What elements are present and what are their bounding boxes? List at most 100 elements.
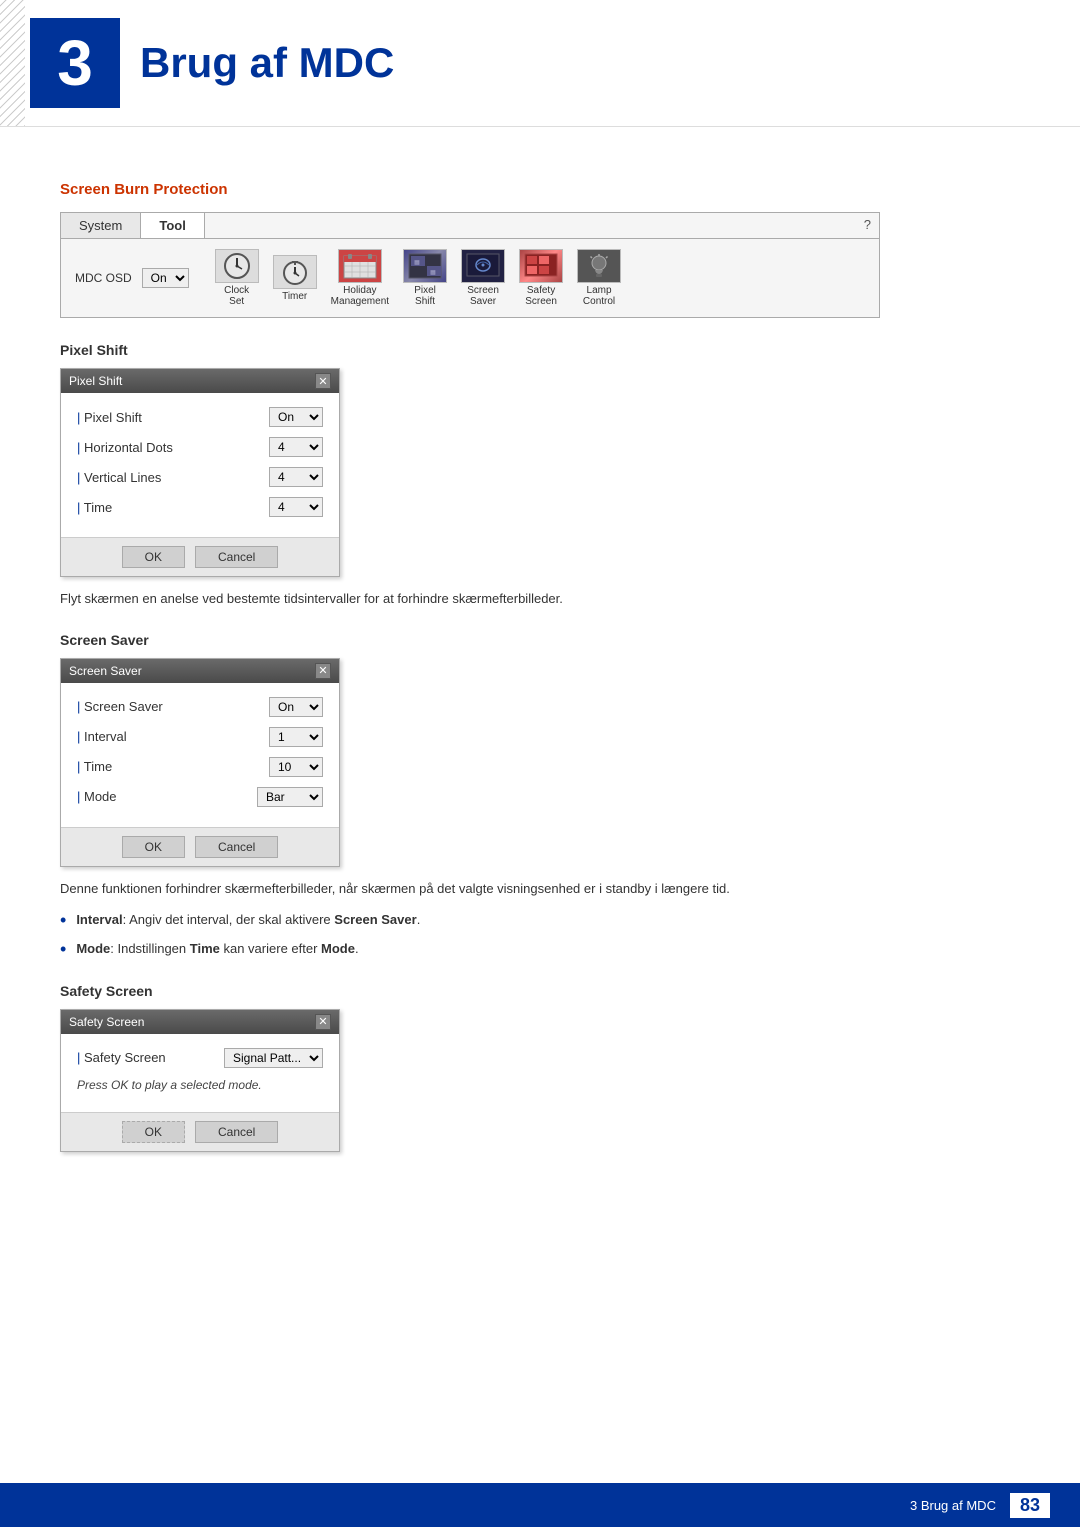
bullet-mode: • Mode: Indstillingen Time kan variere e… [60,939,1020,961]
bullet-interval-text: Interval: Angiv det interval, der skal a… [76,910,420,930]
safety-screen-titlebar: Safety Screen ✕ [61,1010,339,1034]
pixel-shift-select-1[interactable]: 4123 [269,437,323,457]
safety-screen-dialog-footer: OK Cancel [61,1112,339,1151]
safety-screen-dialog: Safety Screen ✕ Safety Screen Signal Pat… [60,1009,340,1152]
svg-text:▦: ▦ [430,270,436,276]
screen-saver-description: Denne funktionen forhindrer skærmefterbi… [60,879,1020,900]
timer-label: Timer [282,291,307,302]
screen-saver-row-2: Time 10515 [77,757,323,777]
lamp-control-icon [577,249,621,283]
pixel-shift-row-3: Time 4123 [77,497,323,517]
page-header: 3 Brug af MDC [0,0,1080,127]
screen-saver-bullets: • Interval: Angiv det interval, der skal… [60,910,1020,961]
pixel-shift-select-2[interactable]: 4123 [269,467,323,487]
screen-saver-label-0: Screen Saver [77,699,269,714]
screen-saver-select-2[interactable]: 10515 [269,757,323,777]
holiday-icon [338,249,382,283]
screen-saver-select-3[interactable]: BarEraserPixel [257,787,323,807]
footer-text: 3 Brug af MDC [910,1498,996,1513]
bullet-interval: • Interval: Angiv det interval, der skal… [60,910,1020,932]
chapter-number: 3 [30,18,120,108]
screen-saver-label-2: Time [77,759,269,774]
pixel-shift-row-0: Pixel Shift OnOff [77,407,323,427]
safety-screen-ok-button[interactable]: OK [122,1121,185,1143]
pixel-shift-select-3[interactable]: 4123 [269,497,323,517]
screen-saver-select-1[interactable]: 123 [269,727,323,747]
svg-text:▦: ▦ [414,260,420,266]
interval-term: Interval [76,912,122,927]
screen-saver-close-button[interactable]: ✕ [315,663,331,679]
safety-screen-label: SafetyScreen [525,285,557,307]
clock-set-icon [215,249,259,283]
screen-burn-protection-heading: Screen Burn Protection [60,181,1020,198]
screen-saver-dialog: Screen Saver ✕ Screen Saver OnOff Interv… [60,658,340,867]
pixel-shift-description: Flyt skærmen en anelse ved bestemte tids… [60,589,1020,610]
screen-saver-row-1: Interval 123 [77,727,323,747]
screen-saver-dialog-body: Screen Saver OnOff Interval 123 Time 105… [61,683,339,827]
mode-term: Mode [76,941,110,956]
screen-saver-bold: Screen Saver [334,912,416,927]
mode-bold: Mode [321,941,355,956]
bullet-dot-1: • [60,910,66,932]
pixel-shift-label: PixelShift [414,285,436,307]
timer-icon [273,255,317,289]
pixel-shift-ok-button[interactable]: OK [122,546,185,568]
toolbar-icon-screen-saver[interactable]: ScreenSaver [461,249,505,307]
pixel-shift-label-3: Time [77,500,269,515]
toolbar-icon-clock-set[interactable]: ClockSet [215,249,259,307]
toolbar-icon-holiday[interactable]: HolidayManagement [331,249,389,307]
toolbar-icon-timer[interactable]: Timer [273,255,317,302]
screen-saver-label-1: Interval [77,729,269,744]
safety-screen-close-button[interactable]: ✕ [315,1014,331,1030]
pixel-shift-row-1: Horizontal Dots 4123 [77,437,323,457]
toolbar-icon-pixel-shift[interactable]: ▦ ▦ PixelShift [403,249,447,307]
screen-saver-label: ScreenSaver [467,285,499,307]
screen-saver-cancel-button[interactable]: Cancel [195,836,278,858]
main-content: Screen Burn Protection System Tool ? MDC… [0,127,1080,1224]
toolbar-icon-lamp-control[interactable]: LampControl [577,249,621,307]
screen-saver-label-3: Mode [77,789,257,804]
pixel-shift-dialog: Pixel Shift ✕ Pixel Shift OnOff Horizont… [60,368,340,577]
pixel-shift-titlebar: Pixel Shift ✕ [61,369,339,393]
pixel-shift-icon: ▦ ▦ [403,249,447,283]
pixel-shift-dialog-title: Pixel Shift [69,374,122,388]
screen-saver-icon [461,249,505,283]
pixel-shift-row-2: Vertical Lines 4123 [77,467,323,487]
bullet-dot-2: • [60,939,66,961]
chapter-title: Brug af MDC [140,39,394,87]
screen-saver-row-3: Mode BarEraserPixel [77,787,323,807]
pixel-shift-heading: Pixel Shift [60,342,1020,358]
pixel-shift-cancel-button[interactable]: Cancel [195,546,278,568]
screen-saver-dialog-title: Screen Saver [69,664,142,678]
bullet-mode-text: Mode: Indstillingen Time kan variere eft… [76,939,358,959]
safety-screen-cancel-button[interactable]: Cancel [195,1121,278,1143]
toolbar-tabs: System Tool ? [61,213,879,239]
screen-saver-row-0: Screen Saver OnOff [77,697,323,717]
help-button[interactable]: ? [856,213,879,238]
pixel-shift-label-2: Vertical Lines [77,470,269,485]
safety-screen-note: Press OK to play a selected mode. [77,1078,323,1092]
pixel-shift-label-0: Pixel Shift [77,410,269,425]
safety-screen-dialog-title: Safety Screen [69,1015,144,1029]
toolbar-panel: System Tool ? MDC OSD On Clo [60,212,880,318]
pixel-shift-close-button[interactable]: ✕ [315,373,331,389]
safety-screen-label-0: Safety Screen [77,1050,224,1065]
screen-saver-select-0[interactable]: OnOff [269,697,323,717]
safety-screen-icon [519,249,563,283]
screen-saver-heading: Screen Saver [60,632,1020,648]
tab-system[interactable]: System [61,213,141,238]
pixel-shift-label-1: Horizontal Dots [77,440,269,455]
tab-tool[interactable]: Tool [141,213,204,238]
page-footer: 3 Brug af MDC 83 [0,1483,1080,1527]
mdc-osd-select[interactable]: On [142,268,189,288]
screen-saver-dialog-footer: OK Cancel [61,827,339,866]
pixel-shift-dialog-body: Pixel Shift OnOff Horizontal Dots 4123 V… [61,393,339,537]
toolbar-icon-safety-screen[interactable]: SafetyScreen [519,249,563,307]
screen-saver-titlebar: Screen Saver ✕ [61,659,339,683]
safety-screen-select-0[interactable]: Signal Patt...All White [224,1048,323,1068]
screen-saver-ok-button[interactable]: OK [122,836,185,858]
safety-screen-row-0: Safety Screen Signal Patt...All White [77,1048,323,1068]
pixel-shift-select-0[interactable]: OnOff [269,407,323,427]
pixel-shift-dialog-footer: OK Cancel [61,537,339,576]
lamp-control-label: LampControl [583,285,615,307]
